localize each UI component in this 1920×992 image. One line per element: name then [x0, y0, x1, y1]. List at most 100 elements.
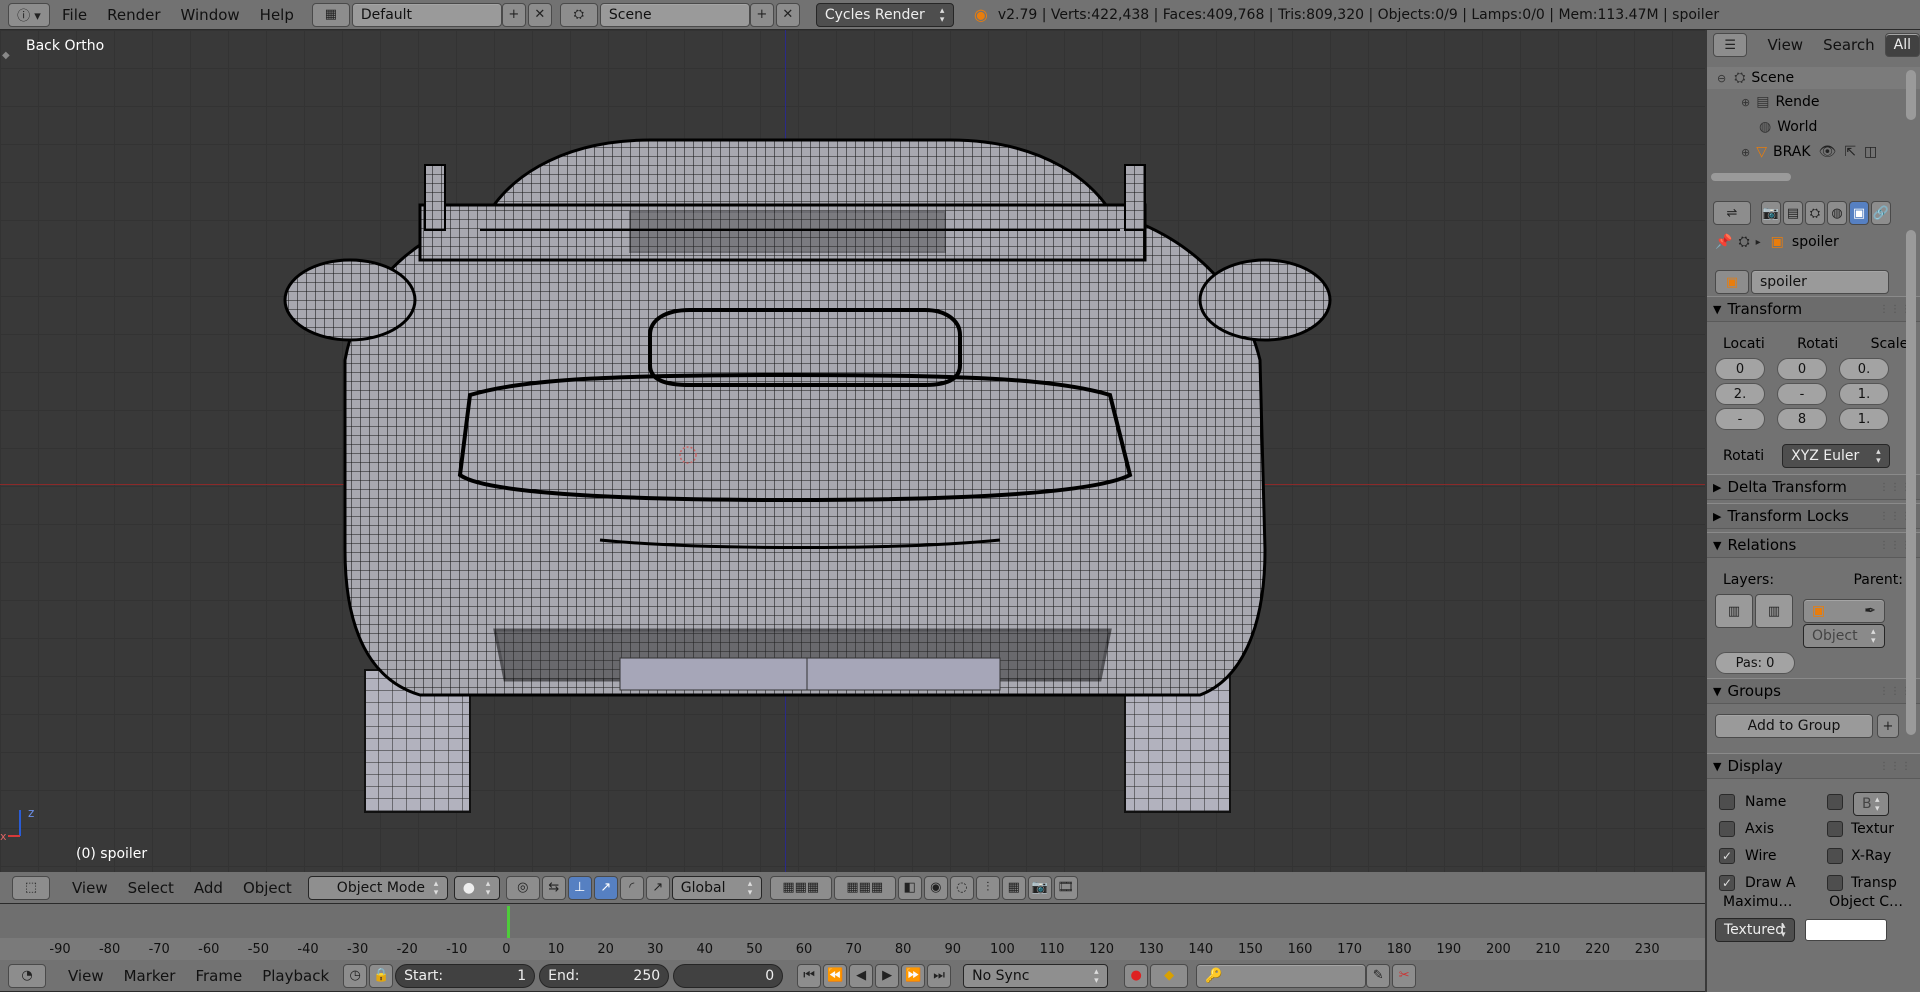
bounds-type-select[interactable]: B — [1853, 792, 1889, 816]
scene-tab-icon[interactable]: ⛭ — [1805, 201, 1825, 225]
outliner-scrollbar[interactable] — [1711, 173, 1791, 181]
location-y-field[interactable]: 2. — [1715, 383, 1765, 405]
visibility-eye-icon[interactable]: 👁 — [1819, 144, 1837, 160]
outliner-editor-type-icon[interactable]: ☰ — [1713, 33, 1748, 57]
shading-select[interactable]: ● — [453, 875, 500, 900]
menu-window[interactable]: Window — [171, 6, 250, 24]
scale-z-field[interactable]: 1. — [1839, 408, 1889, 430]
layers-grid-a-icon[interactable]: ▥ — [1715, 594, 1753, 628]
display-checkbox[interactable] — [1827, 875, 1843, 891]
layers-grid-b-icon[interactable]: ▥ — [1755, 594, 1793, 628]
scale-x-field[interactable]: 0. — [1839, 358, 1889, 380]
layer-lock-icon[interactable]: ◧ — [897, 875, 922, 900]
rotate-manipulator-icon[interactable]: ↗ — [593, 875, 618, 900]
display-checkbox[interactable]: ✓ — [1719, 848, 1735, 864]
menu-playback[interactable]: Playback — [252, 967, 339, 985]
display-checkbox[interactable] — [1719, 794, 1735, 810]
scene-icon[interactable]: ⛭ — [559, 2, 598, 27]
rotation-y-field[interactable]: - — [1777, 383, 1827, 405]
menu-select[interactable]: Select — [118, 879, 184, 897]
expand-icon[interactable]: ⊕ — [1741, 96, 1750, 109]
object-color-swatch[interactable] — [1805, 919, 1887, 941]
mode-select[interactable]: Object Mode — [307, 875, 448, 900]
parent-field[interactable]: ▣ ✒ — [1803, 599, 1885, 623]
translate-manipulator-icon[interactable]: ⊥ — [567, 875, 592, 900]
outliner-display-select[interactable]: All — [1884, 33, 1920, 57]
menu-object[interactable]: Object — [233, 879, 302, 897]
outliner-row-scene[interactable]: ⊖ ⛭ Scene — [1707, 67, 1920, 89]
outliner-row-render[interactable]: ⊕ ▤ Rende — [1707, 91, 1920, 113]
current-frame-field[interactable]: 0 — [673, 963, 784, 988]
menu-add[interactable]: Add — [184, 879, 233, 897]
selectable-cursor-icon[interactable]: ⇱ — [1844, 144, 1856, 160]
groups-panel-header[interactable]: ▼ Groups ⋮⋮⋮ — [1707, 678, 1920, 704]
add-to-group-button[interactable]: Add to Group — [1715, 714, 1873, 738]
jump-keyframe-forward-icon[interactable]: ⏩ — [901, 963, 926, 988]
transform-panel-header[interactable]: ▼ Transform ⋮⋮⋮ — [1707, 296, 1920, 322]
remove-scene-icon[interactable]: ✕ — [775, 2, 800, 27]
world-tab-icon[interactable]: ◍ — [1827, 201, 1847, 225]
remove-layout-icon[interactable]: ✕ — [527, 2, 552, 27]
parent-type-select[interactable]: Object — [1803, 624, 1885, 648]
rotation-z-field[interactable]: 8 — [1777, 408, 1827, 430]
timeline-area[interactable]: -90 -80 -70 -60 -50 -40 -30 -20 -10 0 10 20 30 40 50 60… — [0, 904, 1705, 960]
transform-orientation-icon[interactable]: ↗ — [645, 875, 670, 900]
preview-range-icon[interactable]: ◷ — [343, 963, 368, 988]
opengl-render-icon[interactable]: 📷 — [1027, 875, 1052, 900]
layers-grid-left-icon[interactable]: ▦▦▦ — [769, 875, 832, 900]
display-checkbox[interactable] — [1827, 821, 1843, 837]
renderable-camera-icon[interactable]: ◫ — [1864, 144, 1877, 160]
opengl-animation-icon[interactable]: 🎞 — [1053, 875, 1078, 900]
jump-start-icon[interactable]: ⏮ — [797, 963, 822, 988]
proportional-edit-icon[interactable]: ◌ — [949, 875, 974, 900]
screen-layout-field[interactable]: Default — [351, 2, 502, 27]
scale-manipulator-icon[interactable]: ◜ — [619, 875, 644, 900]
delete-keyframe-icon[interactable]: ✂ — [1392, 963, 1417, 988]
snap-element-icon[interactable]: ▦ — [1001, 875, 1026, 900]
display-checkbox[interactable] — [1827, 794, 1843, 810]
delta-transform-panel-header[interactable]: ▶ Delta Transform ⋮⋮⋮ — [1707, 474, 1920, 500]
manipulator-toggle-icon[interactable]: ⇆ — [541, 875, 566, 900]
object-tab-icon[interactable]: ▣ — [1849, 201, 1869, 225]
add-layout-icon[interactable]: + — [501, 2, 526, 27]
keying-icon[interactable]: ◆ — [1150, 963, 1189, 988]
play-icon[interactable]: ▶ — [875, 963, 900, 988]
outliner-menu-view[interactable]: View — [1757, 36, 1813, 54]
menu-timeline-view[interactable]: View — [58, 967, 114, 985]
rotation-mode-select[interactable]: XYZ Euler — [1782, 444, 1891, 468]
eyedropper-icon[interactable]: ✒ — [1864, 603, 1876, 619]
orientation-select[interactable]: Global — [671, 875, 762, 900]
display-panel-header[interactable]: ▼ Display ⋮⋮⋮ — [1707, 753, 1920, 779]
object-name-field[interactable]: spoiler — [1751, 270, 1889, 294]
max-draw-type-select[interactable]: Textured — [1715, 918, 1795, 942]
menu-view[interactable]: View — [62, 879, 118, 897]
object-datablock-icon[interactable]: ▣ — [1715, 270, 1749, 294]
constraints-tab-icon[interactable]: 🔗 — [1871, 201, 1891, 225]
layers-grid-right-icon[interactable]: ▦▦▦ — [833, 875, 896, 900]
drag-grip-icon[interactable]: ⋮⋮⋮ — [1879, 761, 1912, 772]
insert-keyframe-icon[interactable]: ✎ — [1366, 963, 1391, 988]
transform-locks-panel-header[interactable]: ▶ Transform Locks ⋮⋮⋮ — [1707, 503, 1920, 529]
scene-field[interactable]: Scene — [599, 2, 750, 27]
location-z-field[interactable]: - — [1715, 408, 1765, 430]
add-group-plus-icon[interactable]: + — [1877, 714, 1899, 738]
timeline-ruler[interactable]: -90 -80 -70 -60 -50 -40 -30 -20 -10 0 10 20 30 40 50 60… — [0, 938, 1705, 960]
expand-icon[interactable]: ⊕ — [1741, 146, 1750, 159]
relations-panel-header[interactable]: ▼ Relations ⋮⋮⋮ — [1707, 532, 1920, 558]
menu-render[interactable]: Render — [97, 6, 170, 24]
pivot-point-icon[interactable]: ◎ — [505, 875, 540, 900]
location-x-field[interactable]: 0 — [1715, 358, 1765, 380]
outliner-menu-search[interactable]: Search — [1813, 36, 1885, 54]
menu-marker[interactable]: Marker — [114, 967, 186, 985]
display-checkbox[interactable] — [1827, 848, 1843, 864]
keying-set-field[interactable]: 🔑 — [1196, 963, 1367, 988]
pass-index-field[interactable]: Pas: 0 — [1715, 652, 1795, 674]
collapse-icon[interactable]: ⊖ — [1717, 72, 1726, 85]
timeline-editor-type-icon[interactable]: ◔ — [8, 963, 46, 988]
properties-editor[interactable]: ⇌ 📷 ▤ ⛭ ◍ ▣ 🔗 📌 ⛭ ▸ ▣ spoiler ▣ spoiler … — [1707, 198, 1920, 992]
sync-select[interactable]: No Sync — [963, 963, 1109, 988]
scale-y-field[interactable]: 1. — [1839, 383, 1889, 405]
lock-icon[interactable]: 🔒 — [369, 963, 394, 988]
outliner-vscrollbar[interactable] — [1906, 70, 1916, 120]
outliner[interactable]: ☰ View Search All ⊖ ⛭ Scene ⊕ ▤ Rende ◍ … — [1707, 30, 1920, 192]
